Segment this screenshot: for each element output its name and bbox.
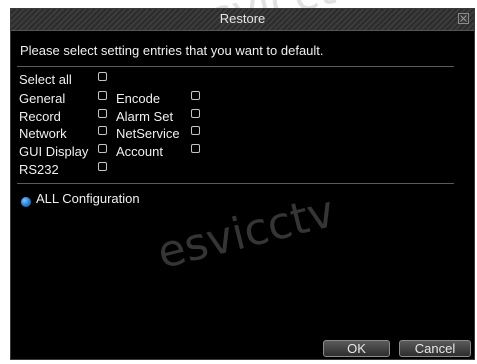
record-checkbox[interactable] [98, 109, 107, 118]
encode-checkbox[interactable] [191, 91, 200, 100]
restore-dialog: Restore Please select setting entries th… [10, 8, 475, 360]
radio-dot-icon[interactable] [21, 197, 31, 207]
general-label: General [19, 91, 66, 106]
all-configuration-label[interactable]: ALL Configuration [36, 191, 140, 206]
gui-display-checkbox[interactable] [98, 144, 107, 153]
encode-label: Encode [116, 91, 161, 106]
record-label: Record [19, 109, 61, 124]
ok-button[interactable]: OK [323, 340, 390, 357]
select-all-label: Select all [19, 72, 72, 87]
alarm-set-label: Alarm Set [116, 109, 174, 124]
page: esvicctv Restore Please select setting e… [0, 0, 477, 364]
network-label: Network [19, 126, 67, 141]
netservice-label: NetService [116, 126, 180, 141]
close-button[interactable] [458, 13, 469, 24]
rs232-checkbox[interactable] [98, 162, 107, 171]
close-icon [460, 15, 467, 22]
alarm-set-checkbox[interactable] [191, 109, 200, 118]
network-checkbox[interactable] [98, 126, 107, 135]
separator-top [17, 66, 454, 67]
dialog-title: Restore [219, 11, 266, 26]
rs232-label: RS232 [19, 162, 59, 177]
select-all-checkbox[interactable] [98, 72, 107, 81]
watermark-center: esvicctv [152, 185, 340, 280]
separator-bottom [17, 183, 454, 184]
general-checkbox[interactable] [98, 91, 107, 100]
cancel-button[interactable]: Cancel [399, 340, 471, 357]
account-checkbox[interactable] [191, 144, 200, 153]
account-label: Account [116, 144, 163, 159]
netservice-checkbox[interactable] [191, 126, 200, 135]
gui-display-label: GUI Display [19, 144, 89, 159]
prompt-text: Please select setting entries that you w… [20, 43, 324, 58]
title-bar: Restore [11, 9, 474, 31]
